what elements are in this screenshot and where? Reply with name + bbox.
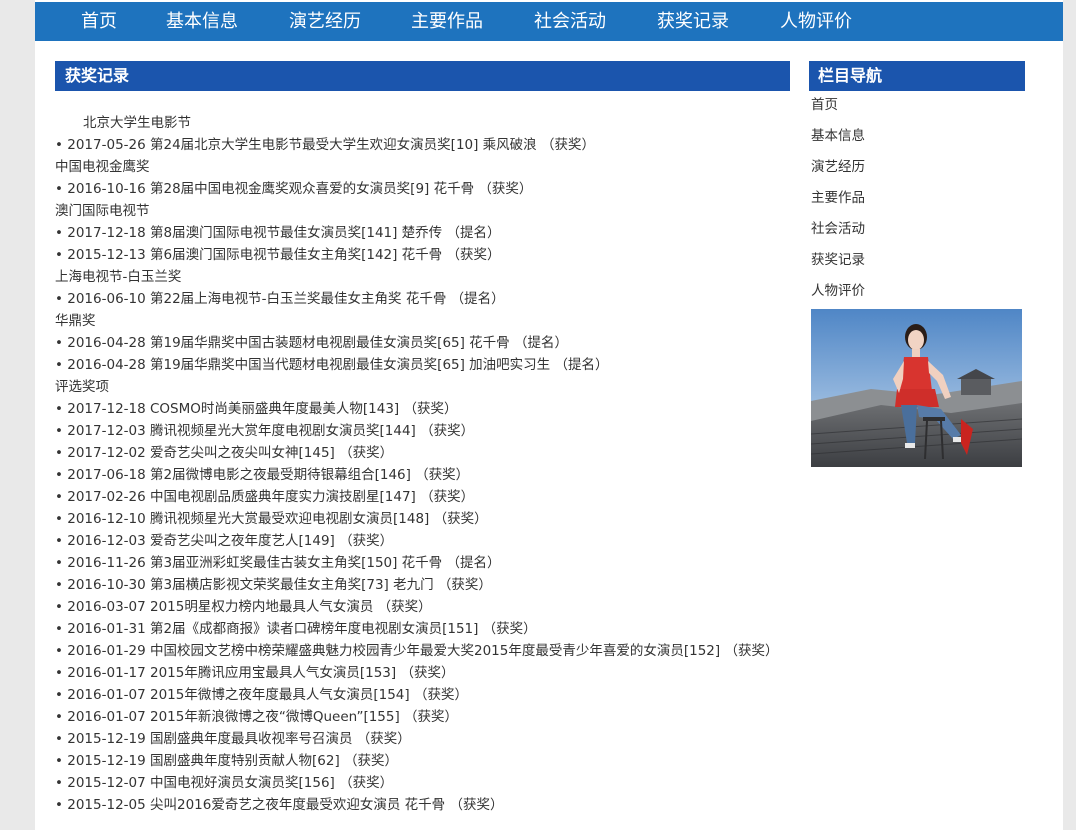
sidebar-item-label[interactable]: 人物评价 [811,283,865,299]
sidebar-item-label[interactable]: 演艺经历 [811,159,865,175]
award-entry: • 2017-12-18 第8届澳门国际电视节最佳女演员奖[141] 楚乔传 （… [55,225,501,241]
award-entry: • 2016-01-29 中国校园文艺榜中榜荣耀盛典魅力校园青少年最爱大奖201… [55,643,779,659]
sidebar-title: 栏目导航 [818,66,883,85]
sidebar-item-label[interactable]: 获奖记录 [811,252,865,268]
nav-basic-info[interactable]: 基本信息 [166,2,238,41]
page: 首页 基本信息 演艺经历 主要作品 社会活动 获奖记录 人物评价 获奖记录 北京… [35,0,1063,830]
award-entry: • 2015-12-13 第6届澳门国际电视节最佳女主角奖[142] 花千骨 （… [55,247,501,263]
sidebar-item-label[interactable]: 首页 [811,97,838,113]
top-navigation-bar: 首页 基本信息 演艺经历 主要作品 社会活动 获奖记录 人物评价 [35,2,1063,41]
award-entry: • 2015-12-05 尖叫2016爱奇艺之夜年度最受欢迎女演员 花千骨 （获… [55,797,504,813]
award-entry: • 2017-05-26 第24届北京大学生电影节最受大学生欢迎女演员奖[10]… [55,137,595,153]
nav-works[interactable]: 主要作品 [411,2,483,41]
sidebar-item-label[interactable]: 社会活动 [811,221,865,237]
award-entry: • 2016-06-10 第22届上海电视节-白玉兰奖最佳女主角奖 花千骨 （提… [55,291,505,307]
award-entry: • 2017-12-18 COSMO时尚美丽盛典年度最美人物[143] （获奖） [55,401,458,417]
portrait-photo [811,309,1022,467]
sidebar-item-label[interactable]: 基本信息 [811,128,865,144]
sidebar-item-works[interactable]: 主要作品 [809,188,1025,219]
sidebar-item-social[interactable]: 社会活动 [809,219,1025,250]
award-entry: • 2016-11-26 第3届亚洲彩虹奖最佳古装女主角奖[150] 花千骨 （… [55,555,501,571]
award-entry: • 2017-06-18 第2届微博电影之夜最受期待银幕组合[146] （获奖） [55,467,470,483]
award-entry: • 2016-01-07 2015年新浪微博之夜“微博Queen”[155] （… [55,709,459,725]
portrait-illustration [811,309,1022,467]
award-entry: • 2016-12-03 爱奇艺尖叫之夜年度艺人[149] （获奖） [55,533,394,549]
nav-social-activities[interactable]: 社会活动 [534,2,606,41]
award-category: 北京大学生电影节 [83,115,191,131]
award-category: 澳门国际电视节 [55,203,150,219]
award-category: 华鼎奖 [55,313,96,329]
award-entry: • 2016-10-30 第3届横店影视文荣奖最佳女主角奖[73] 老九门 （获… [55,577,492,593]
award-entry: • 2016-04-28 第19届华鼎奖中国古装题材电视剧最佳女演员奖[65] … [55,335,568,351]
sidebar-item-home[interactable]: 首页 [809,95,1025,126]
sidebar: 栏目导航 首页 基本信息 演艺经历 主要作品 社会活动 获奖记录 人物评价 [809,61,1025,467]
award-category: 上海电视节-白玉兰奖 [55,269,182,285]
section-title-bar: 获奖记录 [55,61,790,91]
award-category: 评选奖项 [55,379,109,395]
sidebar-menu: 首页 基本信息 演艺经历 主要作品 社会活动 获奖记录 人物评价 [809,95,1025,312]
award-list: 北京大学生电影节 • 2017-05-26 第24届北京大学生电影节最受大学生欢迎… [55,112,790,816]
award-entry: • 2016-10-16 第28届中国电视金鹰奖观众喜爱的女演员奖[9] 花千骨… [55,181,533,197]
sidebar-item-basic-info[interactable]: 基本信息 [809,126,1025,157]
award-entry: • 2016-01-17 2015年腾讯应用宝最具人气女演员[153] （获奖） [55,665,455,681]
award-entry: • 2017-02-26 中国电视剧品质盛典年度实力演技剧星[147] （获奖） [55,489,475,505]
award-entry: • 2016-12-10 腾讯视频星光大赏最受欢迎电视剧女演员[148] （获奖… [55,511,488,527]
sidebar-item-awards[interactable]: 获奖记录 [809,250,1025,281]
nav-evaluation[interactable]: 人物评价 [780,2,852,41]
award-entry: • 2015-12-19 国剧盛典年度最具收视率号召演员 （获奖） [55,731,411,747]
sidebar-title-bar: 栏目导航 [809,61,1025,91]
nav-career[interactable]: 演艺经历 [289,2,361,41]
award-entry: • 2017-12-03 腾讯视频星光大赏年度电视剧女演员奖[144] （获奖） [55,423,475,439]
award-entry: • 2016-04-28 第19届华鼎奖中国当代题材电视剧最佳女演员奖[65] … [55,357,609,373]
award-entry: • 2015-12-07 中国电视好演员女演员奖[156] （获奖） [55,775,394,791]
award-entry: • 2016-01-07 2015年微博之夜年度最具人气女演员[154] （获奖… [55,687,468,703]
sidebar-item-evaluation[interactable]: 人物评价 [809,281,1025,312]
award-entry: • 2015-12-19 国剧盛典年度特别贡献人物[62] （获奖） [55,753,399,769]
sidebar-item-career[interactable]: 演艺经历 [809,157,1025,188]
nav-awards[interactable]: 获奖记录 [657,2,729,41]
sidebar-item-label[interactable]: 主要作品 [811,190,865,206]
award-entry: • 2017-12-02 爱奇艺尖叫之夜尖叫女神[145] （获奖） [55,445,394,461]
nav-home[interactable]: 首页 [81,2,117,41]
award-category: 中国电视金鹰奖 [55,159,150,175]
main-content: 获奖记录 北京大学生电影节 • 2017-05-26 第24届北京大学生电影节最受… [55,61,790,816]
section-title: 获奖记录 [65,66,130,85]
award-entry: • 2016-03-07 2015明星权力榜内地最具人气女演员 （获奖） [55,599,432,615]
award-entry: • 2016-01-31 第2届《成都商报》读者口碑榜年度电视剧女演员[151]… [55,621,537,637]
